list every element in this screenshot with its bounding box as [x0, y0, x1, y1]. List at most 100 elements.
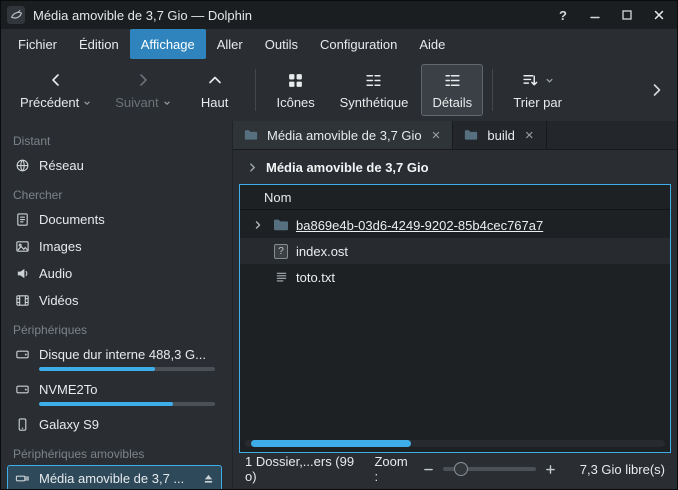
section-devices: Périphériques [7, 314, 222, 341]
tab-label: Média amovible de 3,7 Gio [267, 128, 422, 143]
chevron-right-icon [135, 72, 151, 88]
main-area: Média amovible de 3,7 Gio × build × Médi… [233, 121, 677, 489]
details-view-label: Détails [432, 95, 472, 110]
free-space-label: 7,3 Gio libre(s) [580, 462, 665, 477]
file-list: ba869e4b-03d6-4249-9202-85b4cec767a7 ? i… [240, 210, 670, 437]
unknown-file-icon: ? [273, 243, 289, 259]
sidebar-item-videos[interactable]: Vidéos [7, 287, 222, 314]
menu-aide[interactable]: Aide [408, 29, 456, 59]
folder-icon [273, 217, 289, 233]
sidebar-item-hdd[interactable]: Disque dur interne 488,3 G... [7, 341, 222, 376]
section-search: Chercher [7, 179, 222, 206]
eject-icon[interactable] [202, 472, 215, 485]
document-icon [14, 212, 30, 228]
network-icon [14, 158, 30, 174]
file-row-index-ost[interactable]: ? index.ost [240, 238, 670, 264]
image-icon [14, 239, 30, 255]
audio-icon [14, 266, 30, 282]
chevron-right-icon [651, 82, 663, 98]
section-remote: Distant [7, 125, 222, 152]
up-button[interactable]: Haut [184, 64, 246, 116]
sidebar-item-documents[interactable]: Documents [7, 206, 222, 233]
zoom-slider-handle[interactable] [454, 462, 468, 476]
menu-aller[interactable]: Aller [206, 29, 254, 59]
status-bar: 1 Dossier,...ers (99 o) Zoom : 7,3 Gio l… [233, 453, 677, 485]
titlebar[interactable]: Média amovible de 3,7 Gio — Dolphin ? [1, 1, 677, 29]
file-row-toto-txt[interactable]: toto.txt [240, 264, 670, 290]
tab-label: build [487, 128, 514, 143]
maximize-button[interactable] [615, 5, 639, 25]
menu-affichage[interactable]: Affichage [130, 29, 206, 59]
menu-configuration[interactable]: Configuration [309, 29, 408, 59]
breadcrumb-current[interactable]: Média amovible de 3,7 Gio [266, 160, 429, 175]
zoom-in-icon[interactable] [545, 464, 556, 475]
folder-icon [463, 127, 479, 143]
menu-outils[interactable]: Outils [254, 29, 309, 59]
menu-fichier[interactable]: Fichier [7, 29, 68, 59]
column-header-name[interactable]: Nom [240, 185, 670, 210]
selection-summary: 1 Dossier,...ers (99 o) [245, 454, 366, 484]
sidebar-item-label: Disque dur interne 488,3 G... [39, 347, 206, 362]
icons-view-label: Icônes [276, 95, 314, 110]
close-tab-icon[interactable]: × [430, 128, 443, 143]
back-label: Précédent [20, 95, 79, 110]
chevron-right-icon[interactable] [247, 162, 258, 173]
sidebar-item-label: Documents [39, 212, 105, 227]
close-tab-icon[interactable]: × [523, 128, 536, 143]
usb-drive-icon [14, 471, 30, 487]
dolphin-app-icon [7, 6, 25, 24]
menu-edition[interactable]: Édition [68, 29, 130, 59]
file-view: Nom ba869e4b-03d6-4249-9202-85b4cec767a7… [239, 184, 671, 453]
folder-icon [243, 127, 259, 143]
up-label: Haut [201, 95, 228, 110]
compact-view-button[interactable]: Synthétique [329, 64, 420, 116]
toolbar-overflow-button[interactable] [645, 82, 669, 98]
sidebar-item-network[interactable]: Réseau [7, 152, 222, 179]
expand-chevron-icon[interactable] [250, 220, 266, 230]
zoom-out-icon[interactable] [423, 464, 434, 475]
zoom-label: Zoom : [374, 454, 413, 484]
details-view-icon [444, 72, 461, 89]
menubar: Fichier Édition Affichage Aller Outils C… [1, 29, 677, 59]
video-icon [14, 293, 30, 309]
tab-build[interactable]: build × [453, 121, 546, 149]
file-name: toto.txt [296, 270, 335, 285]
sort-by-button[interactable]: Trier par [502, 64, 573, 116]
sidebar-item-images[interactable]: Images [7, 233, 222, 260]
close-button[interactable] [647, 5, 671, 25]
minimize-button[interactable] [583, 5, 607, 25]
sidebar-item-removable-media[interactable]: Média amovible de 3,7 ... [7, 465, 222, 489]
back-button[interactable]: Précédent [9, 64, 102, 116]
tab-media-amovible[interactable]: Média amovible de 3,7 Gio × [233, 121, 453, 149]
smartphone-icon [14, 417, 30, 433]
sidebar-item-label: Galaxy S9 [39, 417, 99, 432]
file-row-folder[interactable]: ba869e4b-03d6-4249-9202-85b4cec767a7 [240, 212, 670, 238]
toolbar-separator [492, 69, 493, 111]
sidebar-item-nvme[interactable]: NVME2To [7, 376, 222, 411]
hard-drive-icon [14, 347, 30, 363]
icons-view-button[interactable]: Icônes [265, 64, 327, 116]
window-title: Média amovible de 3,7 Gio — Dolphin [33, 8, 252, 23]
scrollbar-thumb[interactable] [251, 440, 411, 447]
capacity-bar [39, 367, 215, 371]
help-button[interactable]: ? [551, 5, 575, 25]
text-file-icon [273, 269, 289, 285]
capacity-fill [39, 402, 173, 406]
sidebar-item-label: Média amovible de 3,7 ... [39, 471, 184, 486]
file-name: index.ost [296, 244, 348, 259]
details-view-button[interactable]: Détails [421, 64, 483, 116]
zoom-slider[interactable] [443, 467, 536, 471]
places-panel: Distant Réseau Chercher Documents Images [1, 121, 233, 489]
sidebar-item-audio[interactable]: Audio [7, 260, 222, 287]
sidebar-item-galaxy-s9[interactable]: Galaxy S9 [7, 411, 222, 438]
zoom-control: Zoom : [374, 454, 555, 484]
sort-by-label: Trier par [513, 95, 562, 110]
icons-view-icon [287, 72, 304, 89]
chevron-up-icon [207, 72, 223, 88]
file-name: ba869e4b-03d6-4249-9202-85b4cec767a7 [296, 218, 543, 233]
toolbar: Précédent Suivant Haut Icônes Synthétiqu… [1, 59, 677, 121]
hard-drive-icon [14, 382, 30, 398]
dolphin-window: Média amovible de 3,7 Gio — Dolphin ? Fi… [0, 0, 678, 490]
forward-button[interactable]: Suivant [104, 64, 181, 116]
horizontal-scrollbar[interactable] [245, 440, 665, 447]
